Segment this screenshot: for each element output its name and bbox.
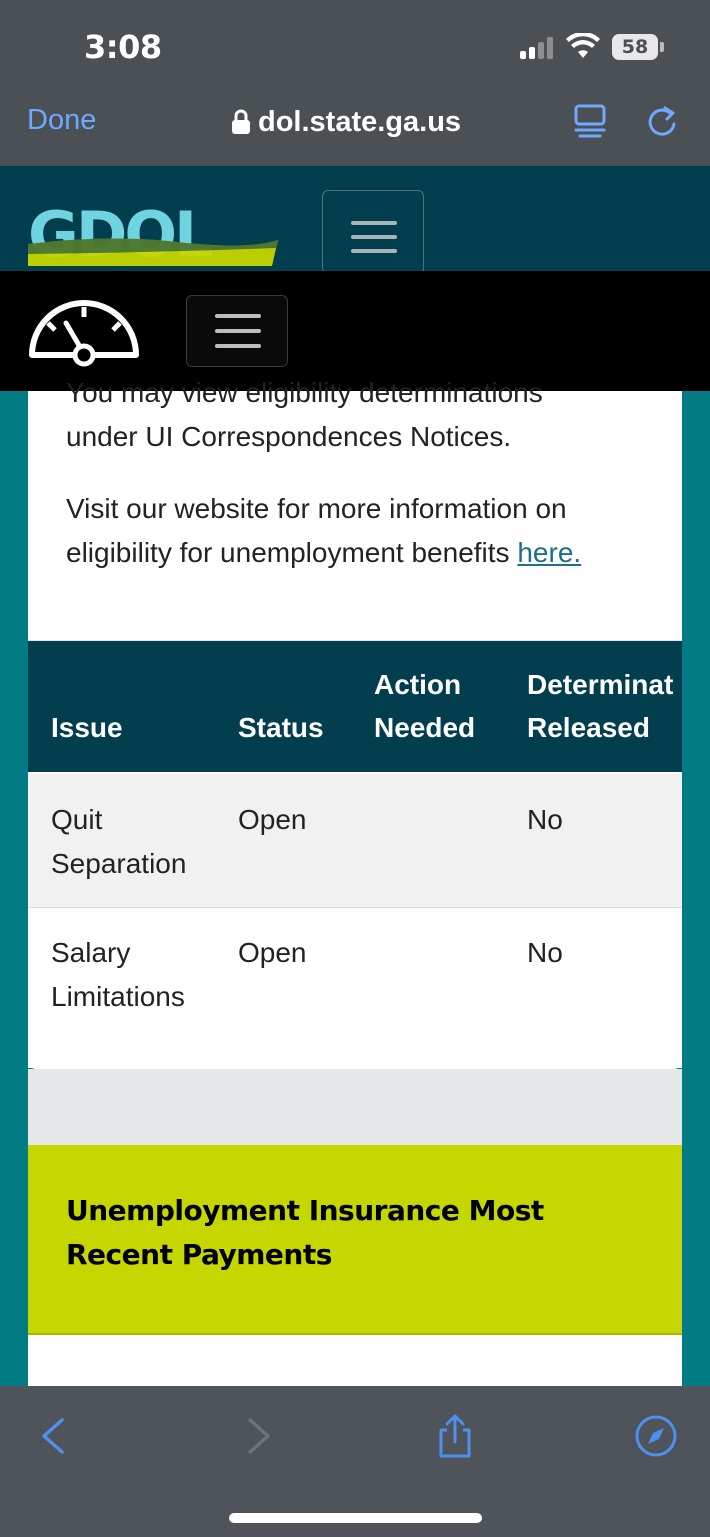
cell-status: Open bbox=[238, 804, 307, 835]
cell-status: Open bbox=[238, 937, 307, 968]
eligibility-correspondence-text: under UI Correspondences Notices. bbox=[66, 421, 512, 452]
eligibility-card: You may view eligibility determinations … bbox=[28, 377, 682, 1069]
cell-released: No bbox=[527, 937, 563, 968]
forward-icon[interactable] bbox=[236, 1414, 280, 1458]
site-menu-toggle[interactable] bbox=[322, 190, 424, 274]
eligibility-visit-text: Visit our website for more information o… bbox=[66, 487, 656, 575]
cell-issue-line1: Salary bbox=[51, 937, 131, 968]
table-row: Quit Separation Open No bbox=[28, 774, 682, 908]
browser-bottom-toolbar bbox=[0, 1386, 710, 1537]
lock-icon bbox=[232, 109, 250, 134]
reader-icon[interactable] bbox=[574, 104, 606, 138]
url-text: dol.state.ga.us bbox=[258, 105, 462, 138]
browser-top-chrome: 3:08 58 Done dol.state.ga.us bbox=[0, 0, 710, 166]
issues-table: Issue Status Action Needed Determinat Re… bbox=[28, 640, 682, 1068]
table-row: Salary Limitations Open No bbox=[28, 909, 682, 1068]
battery-indicator: 58 bbox=[612, 34, 658, 60]
here-link[interactable]: here. bbox=[517, 537, 581, 568]
cell-released: No bbox=[527, 804, 563, 835]
webpage: GDOL You may view eligibility determinat… bbox=[0, 166, 710, 1386]
cell-issue-line2: Limitations bbox=[51, 981, 185, 1012]
speedometer-icon[interactable] bbox=[26, 293, 142, 371]
gdol-header: GDOL bbox=[0, 166, 710, 274]
dashboard-navbar bbox=[0, 271, 710, 391]
gdol-logo[interactable]: GDOL bbox=[28, 204, 278, 268]
header-action-line2: Needed bbox=[374, 712, 476, 743]
dashboard-menu-toggle[interactable] bbox=[186, 295, 288, 367]
header-determination-line2: Released bbox=[527, 712, 650, 743]
battery-cap bbox=[660, 42, 664, 52]
table-header: Issue Status Action Needed Determinat Re… bbox=[28, 641, 682, 772]
compass-icon[interactable] bbox=[634, 1414, 678, 1458]
visit-text: Visit our website for more information o… bbox=[66, 493, 567, 568]
done-button[interactable]: Done bbox=[27, 104, 96, 137]
payments-card-header: Unemployment Insurance Most Recent Payme… bbox=[28, 1145, 682, 1335]
payments-card-title: Unemployment Insurance Most Recent Payme… bbox=[66, 1194, 544, 1271]
header-issue: Issue bbox=[51, 712, 123, 743]
header-action-line1: Action bbox=[374, 669, 462, 700]
header-determination-line1: Determinat bbox=[527, 669, 674, 700]
payments-card: Unemployment Insurance Most Recent Payme… bbox=[28, 1145, 682, 1386]
cell-issue-line1: Quit bbox=[51, 804, 103, 835]
reload-icon[interactable] bbox=[645, 104, 679, 138]
section-spacer bbox=[28, 1069, 682, 1145]
eligibility-partial-line: You may view eligibility determinations bbox=[66, 377, 543, 408]
home-indicator[interactable] bbox=[229, 1513, 482, 1523]
cell-issue-line2: Separation bbox=[51, 848, 187, 879]
url-bar[interactable]: dol.state.ga.us bbox=[232, 104, 461, 140]
header-status: Status bbox=[238, 712, 324, 743]
wifi-icon bbox=[566, 33, 600, 58]
cellular-signal-icon bbox=[520, 37, 556, 59]
share-icon[interactable] bbox=[433, 1414, 477, 1458]
back-icon[interactable] bbox=[32, 1414, 76, 1458]
status-time: 3:08 bbox=[84, 28, 162, 66]
